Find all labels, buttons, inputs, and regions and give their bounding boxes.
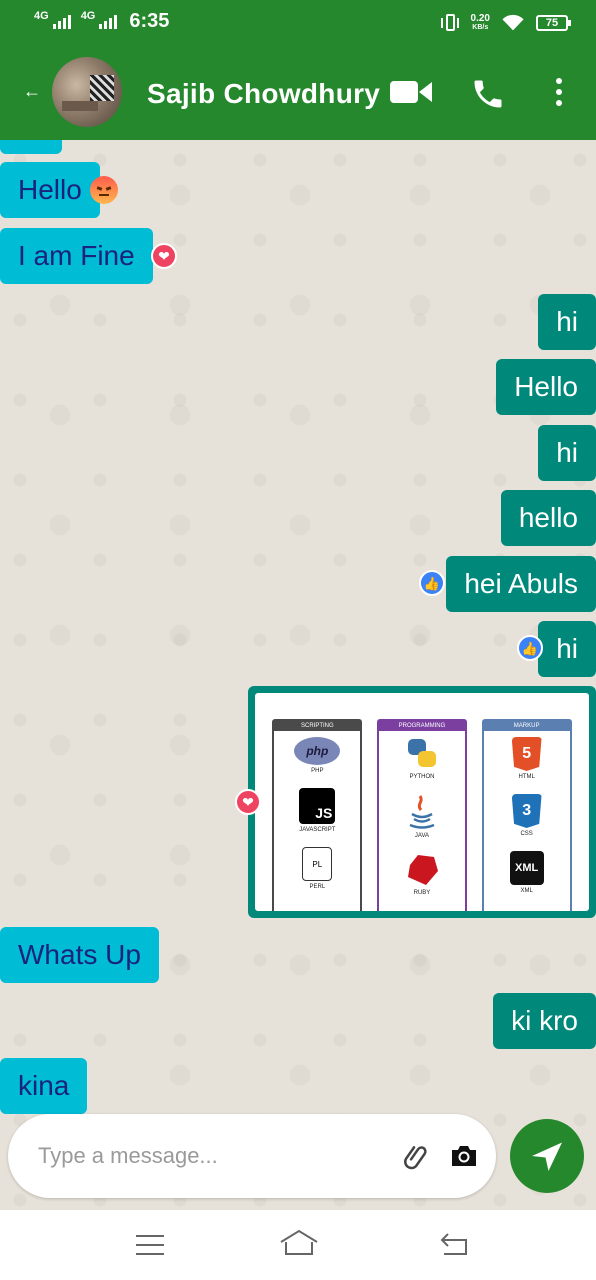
incoming-message[interactable]: kina: [0, 1058, 88, 1114]
speed-value: 0.20: [470, 13, 490, 24]
php-logo: php: [294, 737, 341, 765]
network-speed: 0.20 KB/s: [471, 14, 490, 32]
image-message[interactable]: SCRIPTING php PHP JS JAVASCRIPT PL PERL …: [248, 686, 596, 918]
avatar[interactable]: [52, 57, 122, 127]
image-column-markup: MARKUP 5 HTML 3 CSS XML XML: [481, 719, 572, 911]
message-text: ki kro: [511, 1005, 578, 1036]
css3-logo: 3: [511, 794, 542, 828]
love-reaction-icon[interactable]: ❤: [235, 789, 261, 815]
status-left: 4G 4G 6:35: [34, 10, 169, 33]
message-text: kina: [18, 1070, 70, 1101]
perl-logo: PL: [302, 847, 333, 881]
ruby-logo: [407, 855, 438, 885]
message-text: I am Fine: [18, 240, 135, 271]
logo-caption: PERL: [309, 884, 326, 890]
message-input[interactable]: [38, 1134, 378, 1178]
send-button[interactable]: [510, 1119, 584, 1193]
logo-caption: HTML: [518, 774, 535, 780]
logo-caption: PYTHON: [409, 774, 435, 780]
javascript-logo: JS: [299, 788, 336, 824]
message-bubble-partial: [0, 140, 62, 154]
incoming-message[interactable]: Whats Up: [0, 927, 159, 983]
signal-2: 4G: [81, 10, 118, 29]
back-icon[interactable]: [438, 1230, 470, 1258]
image-column-programming: PROGRAMMING PYTHON JAVA RUBY: [376, 719, 467, 911]
logo-caption: XML: [520, 888, 533, 894]
status-right: 0.20 KB/s 75: [440, 12, 571, 34]
contact-name[interactable]: Sajib Chowdhury: [147, 78, 380, 110]
java-logo: [409, 795, 435, 829]
incoming-message[interactable]: I am Fine: [0, 228, 153, 284]
like-reaction-icon[interactable]: 👍: [517, 635, 543, 661]
clock: 6:35: [129, 10, 170, 32]
paperclip-icon[interactable]: [402, 1142, 432, 1172]
logo-caption: JAVA: [414, 833, 430, 839]
column-header: MARKUP: [483, 721, 570, 731]
speed-unit: KB/s: [472, 24, 489, 31]
signal-1: 4G: [34, 10, 71, 29]
outgoing-message[interactable]: ki kro: [493, 993, 596, 1049]
angry-reaction-icon[interactable]: [90, 176, 118, 204]
image-column-scripting: SCRIPTING php PHP JS JAVASCRIPT PL PERL: [272, 719, 363, 911]
wifi-icon: [502, 14, 524, 31]
signal-bars-icon: [52, 14, 71, 29]
send-icon: [532, 1142, 562, 1171]
signal-bars-icon: [99, 14, 118, 29]
like-reaction-icon[interactable]: 👍: [419, 570, 445, 596]
vibrate-icon: [440, 12, 459, 34]
python-logo: [407, 739, 436, 767]
message-text: Whats Up: [18, 939, 141, 970]
logo-caption: CSS: [520, 831, 533, 837]
xml-logo: XML: [509, 851, 544, 885]
outgoing-message[interactable]: Hello: [496, 359, 596, 415]
chat-header: ← Sajib Chowdhury: [0, 48, 596, 140]
message-text: Hello: [514, 371, 578, 402]
home-icon[interactable]: [278, 1228, 320, 1260]
message-text: Hello: [18, 174, 82, 205]
message-text: hi: [556, 306, 578, 337]
message-composer: [8, 1114, 496, 1198]
outgoing-message[interactable]: hi: [538, 294, 596, 350]
message-list[interactable]: Hello I am Fine ❤ hi Hello hi hello hei …: [0, 140, 596, 1210]
system-nav-bar: [0, 1210, 596, 1280]
love-reaction-icon[interactable]: ❤: [151, 243, 177, 269]
outgoing-message[interactable]: hi: [538, 425, 596, 481]
logo-caption: JAVASCRIPT: [299, 827, 336, 833]
html5-logo: 5: [511, 737, 542, 771]
message-text: hello: [518, 502, 578, 533]
camera-icon[interactable]: [450, 1144, 478, 1168]
message-text: hei Abuls: [464, 568, 578, 599]
message-text: hi: [556, 437, 578, 468]
message-text: hi: [556, 633, 578, 664]
battery-icon: 75: [536, 15, 571, 31]
outgoing-message[interactable]: hello: [500, 490, 596, 546]
languages-image: SCRIPTING php PHP JS JAVASCRIPT PL PERL …: [255, 693, 589, 911]
menu-icon[interactable]: [136, 1235, 164, 1255]
video-call-icon[interactable]: [390, 79, 432, 105]
back-arrow-icon[interactable]: ←: [22, 81, 42, 101]
outgoing-message[interactable]: hi: [538, 621, 596, 677]
status-bar: 4G 4G 6:35 0.20 KB/s 75: [0, 0, 596, 48]
network-type-2: 4G: [80, 9, 96, 22]
column-header: PROGRAMMING: [378, 721, 465, 731]
network-type-1: 4G: [34, 9, 49, 22]
logo-caption: RUBY: [413, 890, 431, 896]
incoming-message[interactable]: Hello: [0, 162, 100, 218]
phone-icon[interactable]: [470, 76, 506, 112]
more-vert-icon[interactable]: [554, 78, 564, 108]
column-header: SCRIPTING: [274, 721, 361, 731]
logo-caption: PHP: [311, 768, 324, 774]
outgoing-message[interactable]: hei Abuls: [446, 556, 596, 612]
